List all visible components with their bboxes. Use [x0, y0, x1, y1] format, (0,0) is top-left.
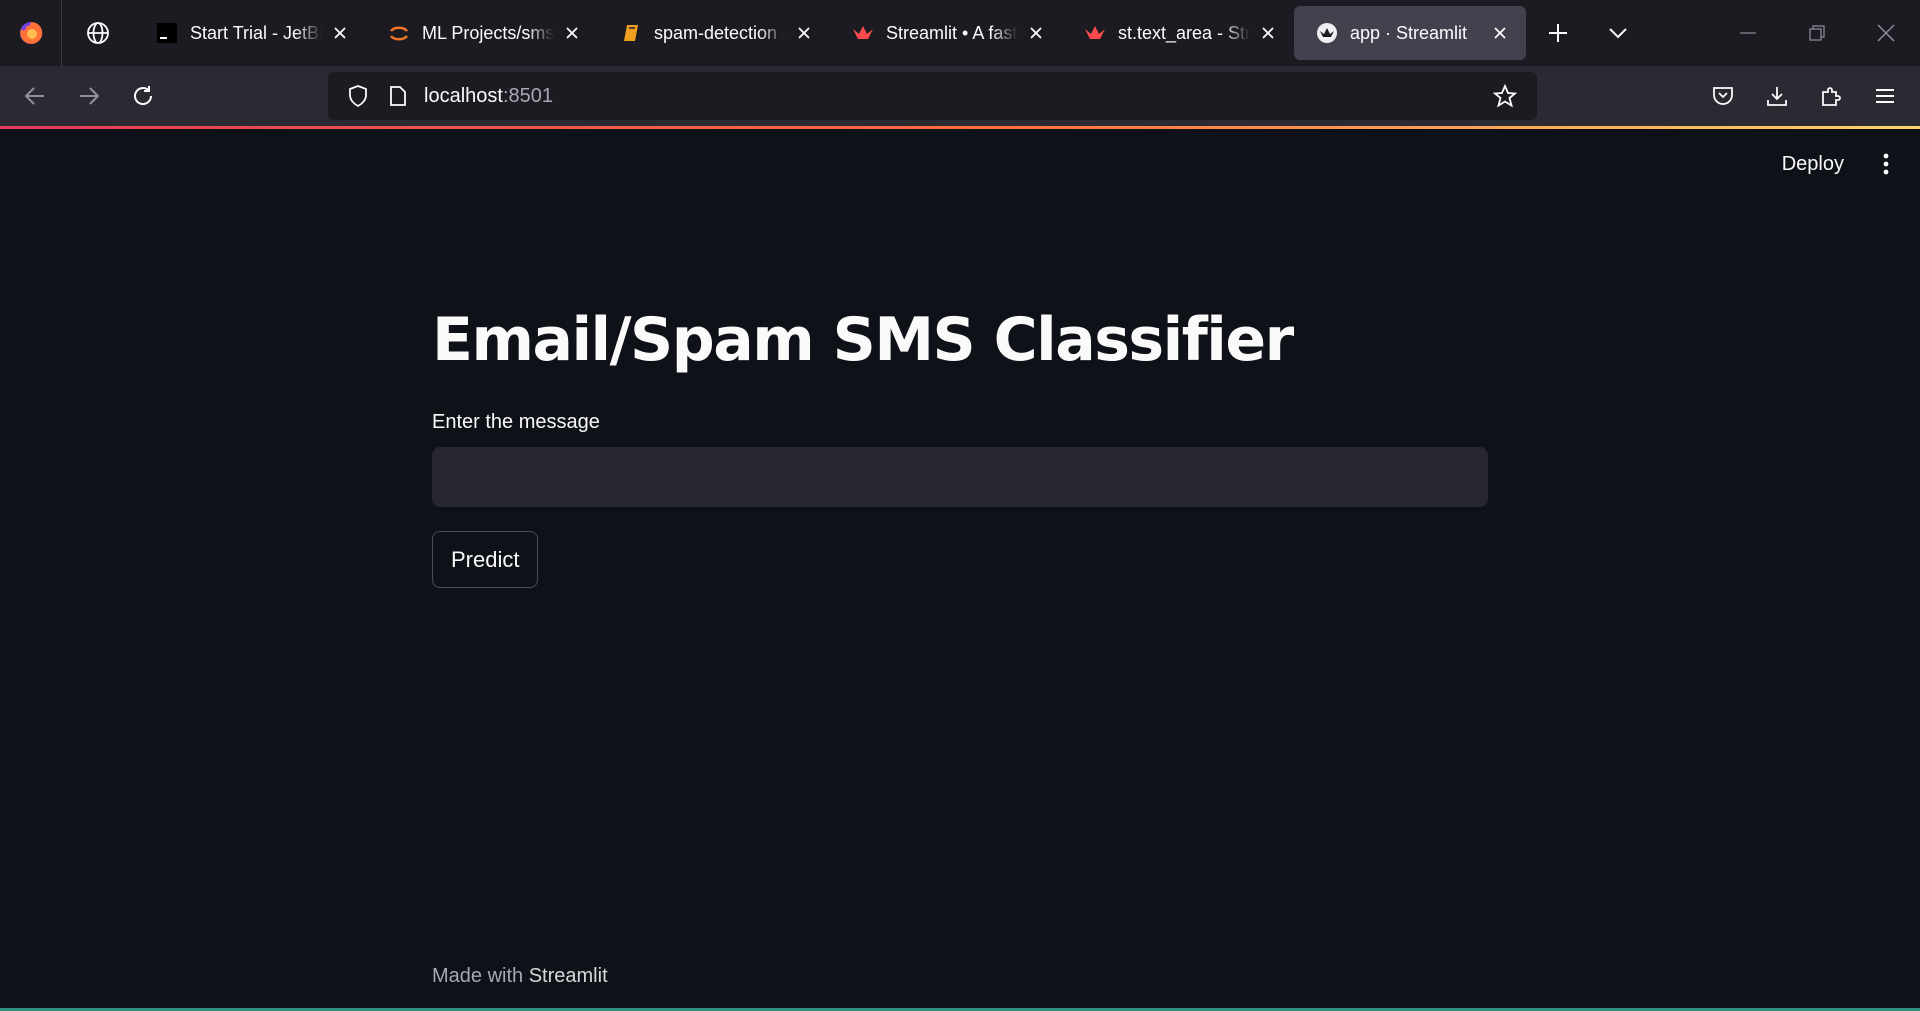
reload-button[interactable] — [116, 66, 170, 126]
pocket-button[interactable] — [1696, 66, 1750, 126]
url-port: :8501 — [502, 84, 553, 107]
plus-icon — [1549, 24, 1567, 42]
footer-prefix: Made with — [432, 965, 524, 987]
firefox-menu-button[interactable] — [0, 0, 62, 66]
window-controls — [1713, 0, 1920, 66]
close-window-button[interactable] — [1851, 0, 1920, 66]
tab-title: Streamlit • A faster way — [886, 22, 1018, 43]
download-icon — [1767, 87, 1787, 106]
arrow-left-icon — [24, 87, 44, 105]
close-icon[interactable] — [1024, 21, 1048, 45]
tab-jetbrains[interactable]: Start Trial - JetBrains — [134, 6, 366, 60]
app-header: Deploy — [1768, 129, 1920, 199]
pocket-icon — [1713, 87, 1733, 105]
tab-strip: Start Trial - JetBrains ML Projects/sms-… — [134, 0, 1526, 66]
restore-button[interactable] — [1782, 0, 1851, 66]
navigation-toolbar: localhost:8501 — [0, 66, 1920, 126]
arrow-right-icon — [80, 87, 100, 105]
more-vertical-icon — [1883, 153, 1889, 175]
streamlit-icon — [852, 22, 874, 44]
reload-icon — [134, 86, 153, 105]
footer: Made with Streamlit — [432, 965, 608, 988]
tab-title: ML Projects/sms-spam — [422, 22, 554, 43]
close-icon[interactable] — [1256, 21, 1280, 45]
message-input-label: Enter the message — [432, 411, 600, 433]
url-bar[interactable]: localhost:8501 — [328, 72, 1537, 120]
page-title: Email/Spam SMS Classifier — [432, 305, 1294, 375]
chevron-down-icon — [1609, 28, 1627, 39]
close-icon[interactable] — [792, 21, 816, 45]
streamlit-icon — [1316, 22, 1338, 44]
terminal-icon — [156, 22, 178, 44]
footer-streamlit-link[interactable]: Streamlit — [529, 965, 608, 987]
puzzle-icon — [1822, 87, 1841, 106]
tab-streamlit-home[interactable]: Streamlit • A faster way — [830, 6, 1062, 60]
tab-bar: Start Trial - JetBrains ML Projects/sms-… — [0, 0, 1920, 66]
streamlit-app: Deploy Email/Spam SMS Classifier Enter t… — [0, 129, 1920, 1011]
main-menu-button[interactable] — [1866, 144, 1906, 184]
page-info-icon[interactable] — [382, 72, 414, 120]
tab-app-streamlit[interactable]: app · Streamlit — [1294, 6, 1526, 60]
new-tab-button[interactable] — [1526, 0, 1590, 66]
forward-button[interactable] — [62, 66, 116, 126]
tab-title: st.text_area - Streamlit — [1118, 22, 1250, 43]
hamburger-menu-icon — [1876, 89, 1894, 103]
tab-title: app · Streamlit — [1350, 22, 1468, 43]
list-all-tabs-button[interactable] — [1590, 0, 1646, 66]
bookmark-star-icon[interactable] — [1483, 72, 1527, 120]
tab-title: Start Trial - JetBrains — [190, 22, 322, 43]
tab-spam-detection[interactable]: spam-detection - — [598, 6, 830, 60]
close-icon[interactable] — [1488, 21, 1512, 45]
deploy-button[interactable]: Deploy — [1768, 147, 1858, 182]
jupyter-icon — [388, 22, 410, 44]
toolbar-right-actions — [1696, 66, 1912, 126]
minimize-icon — [1739, 32, 1756, 34]
extensions-button[interactable] — [1804, 66, 1858, 126]
tab-st-text-area[interactable]: st.text_area - Streamlit — [1062, 6, 1294, 60]
globe-icon — [87, 22, 109, 44]
close-icon[interactable] — [560, 21, 584, 45]
firefox-view-button[interactable] — [62, 0, 134, 66]
url-host: localhost — [424, 84, 503, 107]
streamlit-icon — [1084, 22, 1106, 44]
back-button[interactable] — [8, 66, 62, 126]
notebook-icon — [620, 22, 642, 44]
downloads-button[interactable] — [1750, 66, 1804, 126]
tracking-protection-shield-icon[interactable] — [334, 72, 382, 120]
close-icon[interactable] — [328, 21, 352, 45]
close-icon — [1877, 24, 1894, 42]
tab-ml-projects[interactable]: ML Projects/sms-spam — [366, 6, 598, 60]
message-input[interactable] — [432, 447, 1488, 507]
app-menu-button[interactable] — [1858, 66, 1912, 126]
minimize-button[interactable] — [1713, 0, 1782, 66]
tab-title: spam-detection - — [654, 22, 786, 43]
firefox-icon — [19, 21, 42, 44]
restore-icon — [1808, 25, 1825, 41]
predict-button[interactable]: Predict — [432, 531, 539, 588]
url-text: localhost:8501 — [424, 85, 553, 108]
